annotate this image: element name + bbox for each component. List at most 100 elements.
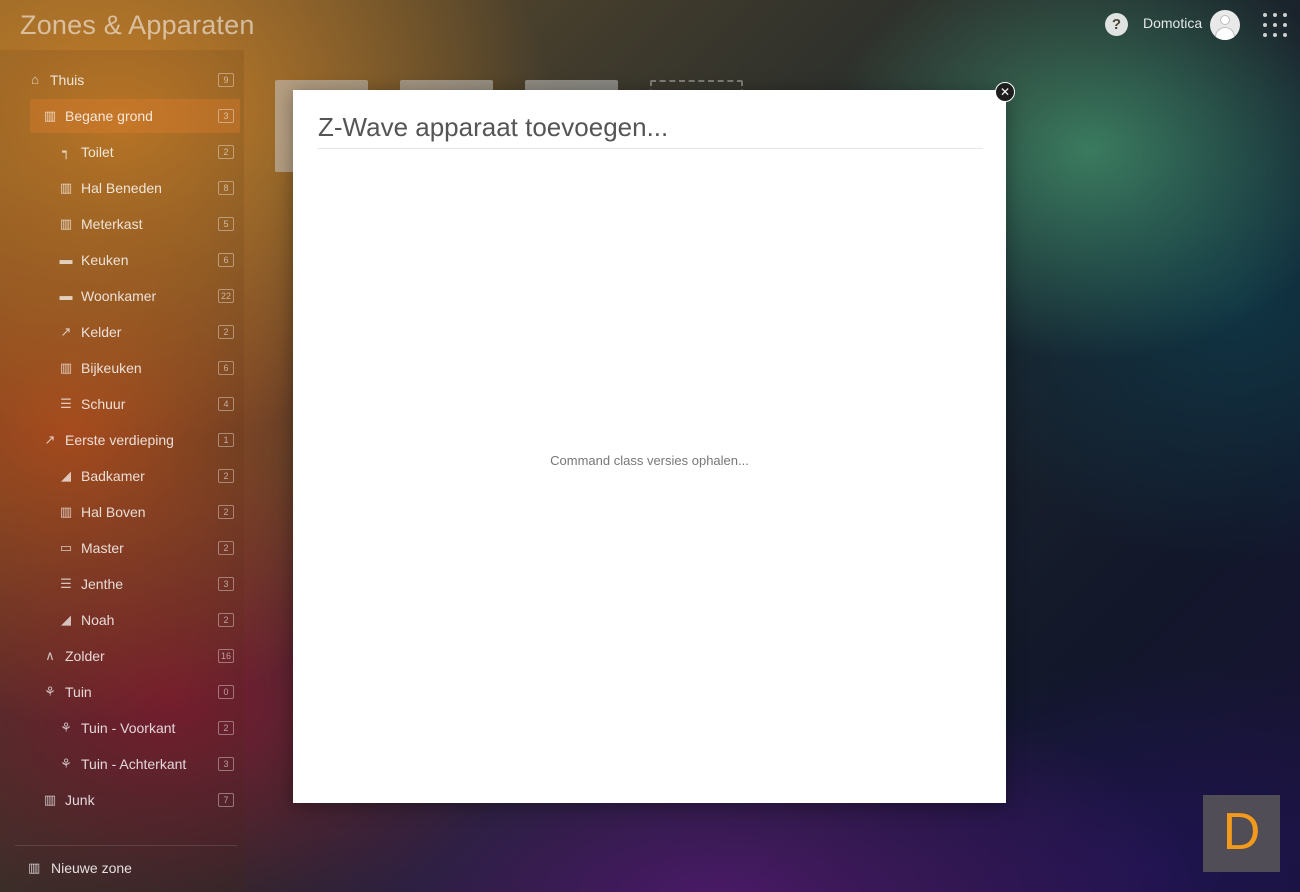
sidebar-item-label: Jenthe: [81, 576, 124, 592]
zone-count-badge: 9: [218, 73, 234, 87]
sidebar-item-zolder[interactable]: ∧ Zolder 16: [30, 639, 240, 673]
sidebar-item-master[interactable]: ▭ Master 2: [30, 531, 240, 565]
sidebar-item-thuis[interactable]: ⌂ Thuis 9: [30, 63, 240, 97]
toilet-icon: ┑: [62, 144, 70, 159]
sidebar-item-junk[interactable]: ▥ Junk 7: [30, 783, 240, 817]
sidebar-item-label: Hal Beneden: [81, 180, 162, 196]
sidebar-item-toilet[interactable]: ┑ Toilet 2: [30, 135, 240, 169]
zone-count-badge: 22: [218, 289, 234, 303]
sidebar-item-label: Bijkeuken: [81, 360, 142, 376]
sidebar-item-label: Schuur: [81, 396, 126, 412]
modal-title: Z-Wave apparaat toevoegen...: [318, 112, 669, 142]
sidebar-item-schuur[interactable]: ☰ Schuur 4: [30, 387, 240, 421]
tulip-icon: ⚘: [60, 756, 72, 771]
top-bar: Zones & Apparaten ? Domotica: [0, 0, 1300, 50]
tulip-icon: ⚘: [60, 720, 72, 735]
apps-grid-icon[interactable]: [1262, 12, 1288, 38]
door-icon: ▥: [59, 360, 73, 375]
avatar-head: [1220, 15, 1230, 25]
new-zone-button[interactable]: ▥ Nieuwe zone: [15, 850, 235, 886]
door-icon: ▥: [43, 108, 57, 123]
sidebar-item-hal-boven[interactable]: ▥ Hal Boven 2: [30, 495, 240, 529]
sidebar-item-label: Tuin - Achterkant: [81, 756, 187, 772]
door-icon: ▥: [59, 504, 73, 519]
sidebar-item-label: Zolder: [65, 648, 105, 664]
close-icon[interactable]: ✕: [995, 82, 1015, 102]
sidebar-item-tuin[interactable]: ⚘ Tuin 0: [30, 675, 240, 709]
avatar[interactable]: [1210, 10, 1240, 40]
zone-count-badge: 2: [218, 469, 234, 483]
sidebar-item-label: Master: [81, 540, 124, 556]
zone-count-badge: 4: [218, 397, 234, 411]
zone-count-badge: 6: [218, 361, 234, 375]
zone-count-badge: 2: [218, 721, 234, 735]
sidebar-item-keuken[interactable]: ▬ Keuken 6: [30, 243, 240, 277]
sidebar-item-label: Woonkamer: [81, 288, 157, 304]
door-icon: ▥: [28, 860, 41, 875]
shower-icon: ◢: [61, 468, 71, 483]
brand-badge[interactable]: D: [1203, 795, 1280, 872]
help-icon[interactable]: ?: [1105, 13, 1128, 36]
sidebar-item-hal-beneden[interactable]: ▥ Hal Beneden 8: [30, 171, 240, 205]
sidebar-item-tuin-achterkant[interactable]: ⚘ Tuin - Achterkant 3: [30, 747, 240, 781]
sidebar-item-label: Noah: [81, 612, 115, 628]
sidebar-item-tuin-voorkant[interactable]: ⚘ Tuin - Voorkant 2: [30, 711, 240, 745]
sidebar-item-label: Junk: [65, 792, 95, 808]
sidebar-item-label: Eerste verdieping: [65, 432, 174, 448]
door-icon: ▥: [59, 180, 73, 195]
zone-count-badge: 0: [218, 685, 234, 699]
sidebar-item-label: Thuis: [50, 72, 85, 88]
page-title: Zones & Apparaten: [20, 10, 255, 40]
stairs-icon: ↗: [44, 432, 56, 447]
shelves-icon: ☰: [60, 576, 72, 591]
door-icon: ▥: [59, 216, 73, 231]
sidebar-item-label: Toilet: [81, 144, 114, 160]
sidebar-item-meterkast[interactable]: ▥ Meterkast 5: [30, 207, 240, 241]
door-icon: ▥: [43, 792, 57, 807]
sidebar-item-virtueel[interactable]: ▥Virtueel: [30, 819, 240, 823]
roof-icon: ∧: [45, 648, 55, 663]
zone-list[interactable]: ⌂ Thuis 9 ▥ Begane grond 3 ┑ Toilet 2 ▥ Hal Benede…: [0, 63, 244, 823]
sidebar-item-label: Begane grond: [65, 108, 153, 124]
sidebar: ⌂ Thuis 9 ▥ Begane grond 3 ┑ Toilet 2 ▥ Hal Benede…: [0, 50, 244, 892]
sidebar-item-begane-grond[interactable]: ▥ Begane grond 3: [30, 99, 240, 133]
user-name[interactable]: Domotica: [1143, 15, 1202, 31]
sidebar-item-label: Keuken: [81, 252, 129, 268]
avatar-body: [1215, 27, 1235, 40]
zone-count-badge: 3: [218, 109, 234, 123]
zone-count-badge: 8: [218, 181, 234, 195]
home-icon: ⌂: [31, 72, 39, 87]
pot-icon: ▬: [59, 252, 73, 267]
sidebar-item-bijkeuken[interactable]: ▥ Bijkeuken 6: [30, 351, 240, 385]
brand-letter: D: [1222, 803, 1261, 861]
sidebar-item-jenthe[interactable]: ☰ Jenthe 3: [30, 567, 240, 601]
zone-count-badge: 3: [218, 577, 234, 591]
sidebar-item-woonkamer[interactable]: ▬ Woonkamer 22: [30, 279, 240, 313]
sidebar-item-badkamer[interactable]: ◢ Badkamer 2: [30, 459, 240, 493]
zone-count-badge: 2: [218, 505, 234, 519]
shelves-icon: ☰: [60, 396, 72, 411]
sidebar-item-kelder[interactable]: ↗ Kelder 2: [30, 315, 240, 349]
modal-status-text: Command class versies ophalen...: [550, 453, 749, 468]
sidebar-item-label: Tuin: [65, 684, 92, 700]
tulip-icon: ⚘: [44, 684, 56, 699]
sidebar-item-label: Kelder: [81, 324, 122, 340]
zone-count-badge: 2: [218, 145, 234, 159]
zone-count-badge: 7: [218, 793, 234, 807]
sidebar-item-label: Hal Boven: [81, 504, 146, 520]
bed-icon: ▭: [59, 540, 73, 555]
sidebar-item-eerste-verdieping[interactable]: ↗ Eerste verdieping 1: [30, 423, 240, 457]
new-zone-label: Nieuwe zone: [51, 860, 132, 876]
sidebar-item-label: Tuin - Voorkant: [81, 720, 176, 736]
stairs-icon: ↗: [60, 324, 72, 339]
zone-count-badge: 2: [218, 541, 234, 555]
sidebar-item-noah[interactable]: ◢ Noah 2: [30, 603, 240, 637]
zone-count-badge: 6: [218, 253, 234, 267]
zone-count-badge: 3: [218, 757, 234, 771]
sofa-icon: ▬: [59, 288, 73, 303]
add-device-modal: Z-Wave apparaat toevoegen... Command cla…: [293, 90, 1006, 803]
zone-count-badge: 16: [218, 649, 234, 663]
modal-divider: [318, 148, 983, 149]
shower-icon: ◢: [61, 612, 71, 627]
zone-count-badge: 2: [218, 613, 234, 627]
